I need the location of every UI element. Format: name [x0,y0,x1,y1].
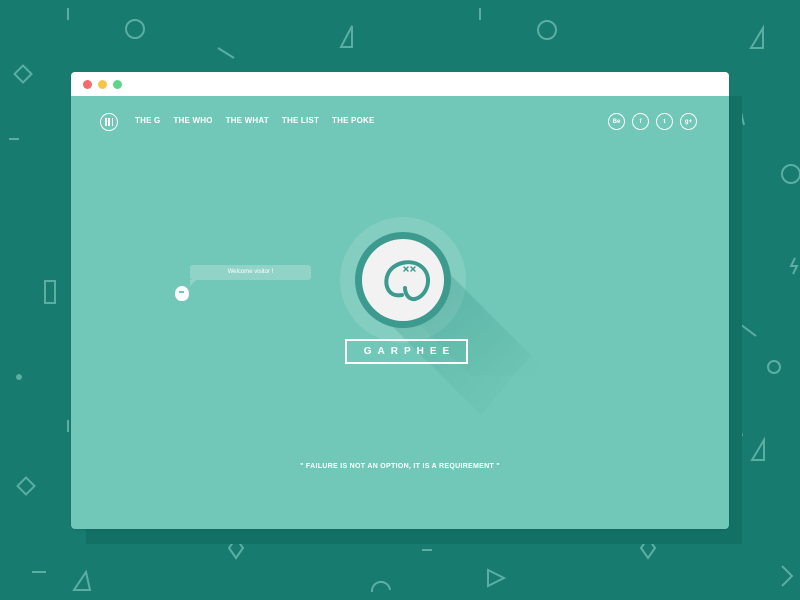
chat-bubble-tail [190,280,196,286]
brand-logo[interactable]: GARPHEE [345,339,468,364]
welcome-chat-bubble: Welcome visitor ! [190,265,311,280]
welcome-message: Welcome visitor ! [227,269,274,275]
brand-name: GARPHEE [363,346,456,357]
hero-logo-graphic [340,217,551,415]
browser-window: THE G THE WHO THE WHAT THE LIST THE POKE… [71,72,729,529]
tagline-quote: " FAILURE IS NOT AN OPTION, IT IS A REQU… [300,463,500,470]
mascot-icon[interactable] [175,286,189,301]
